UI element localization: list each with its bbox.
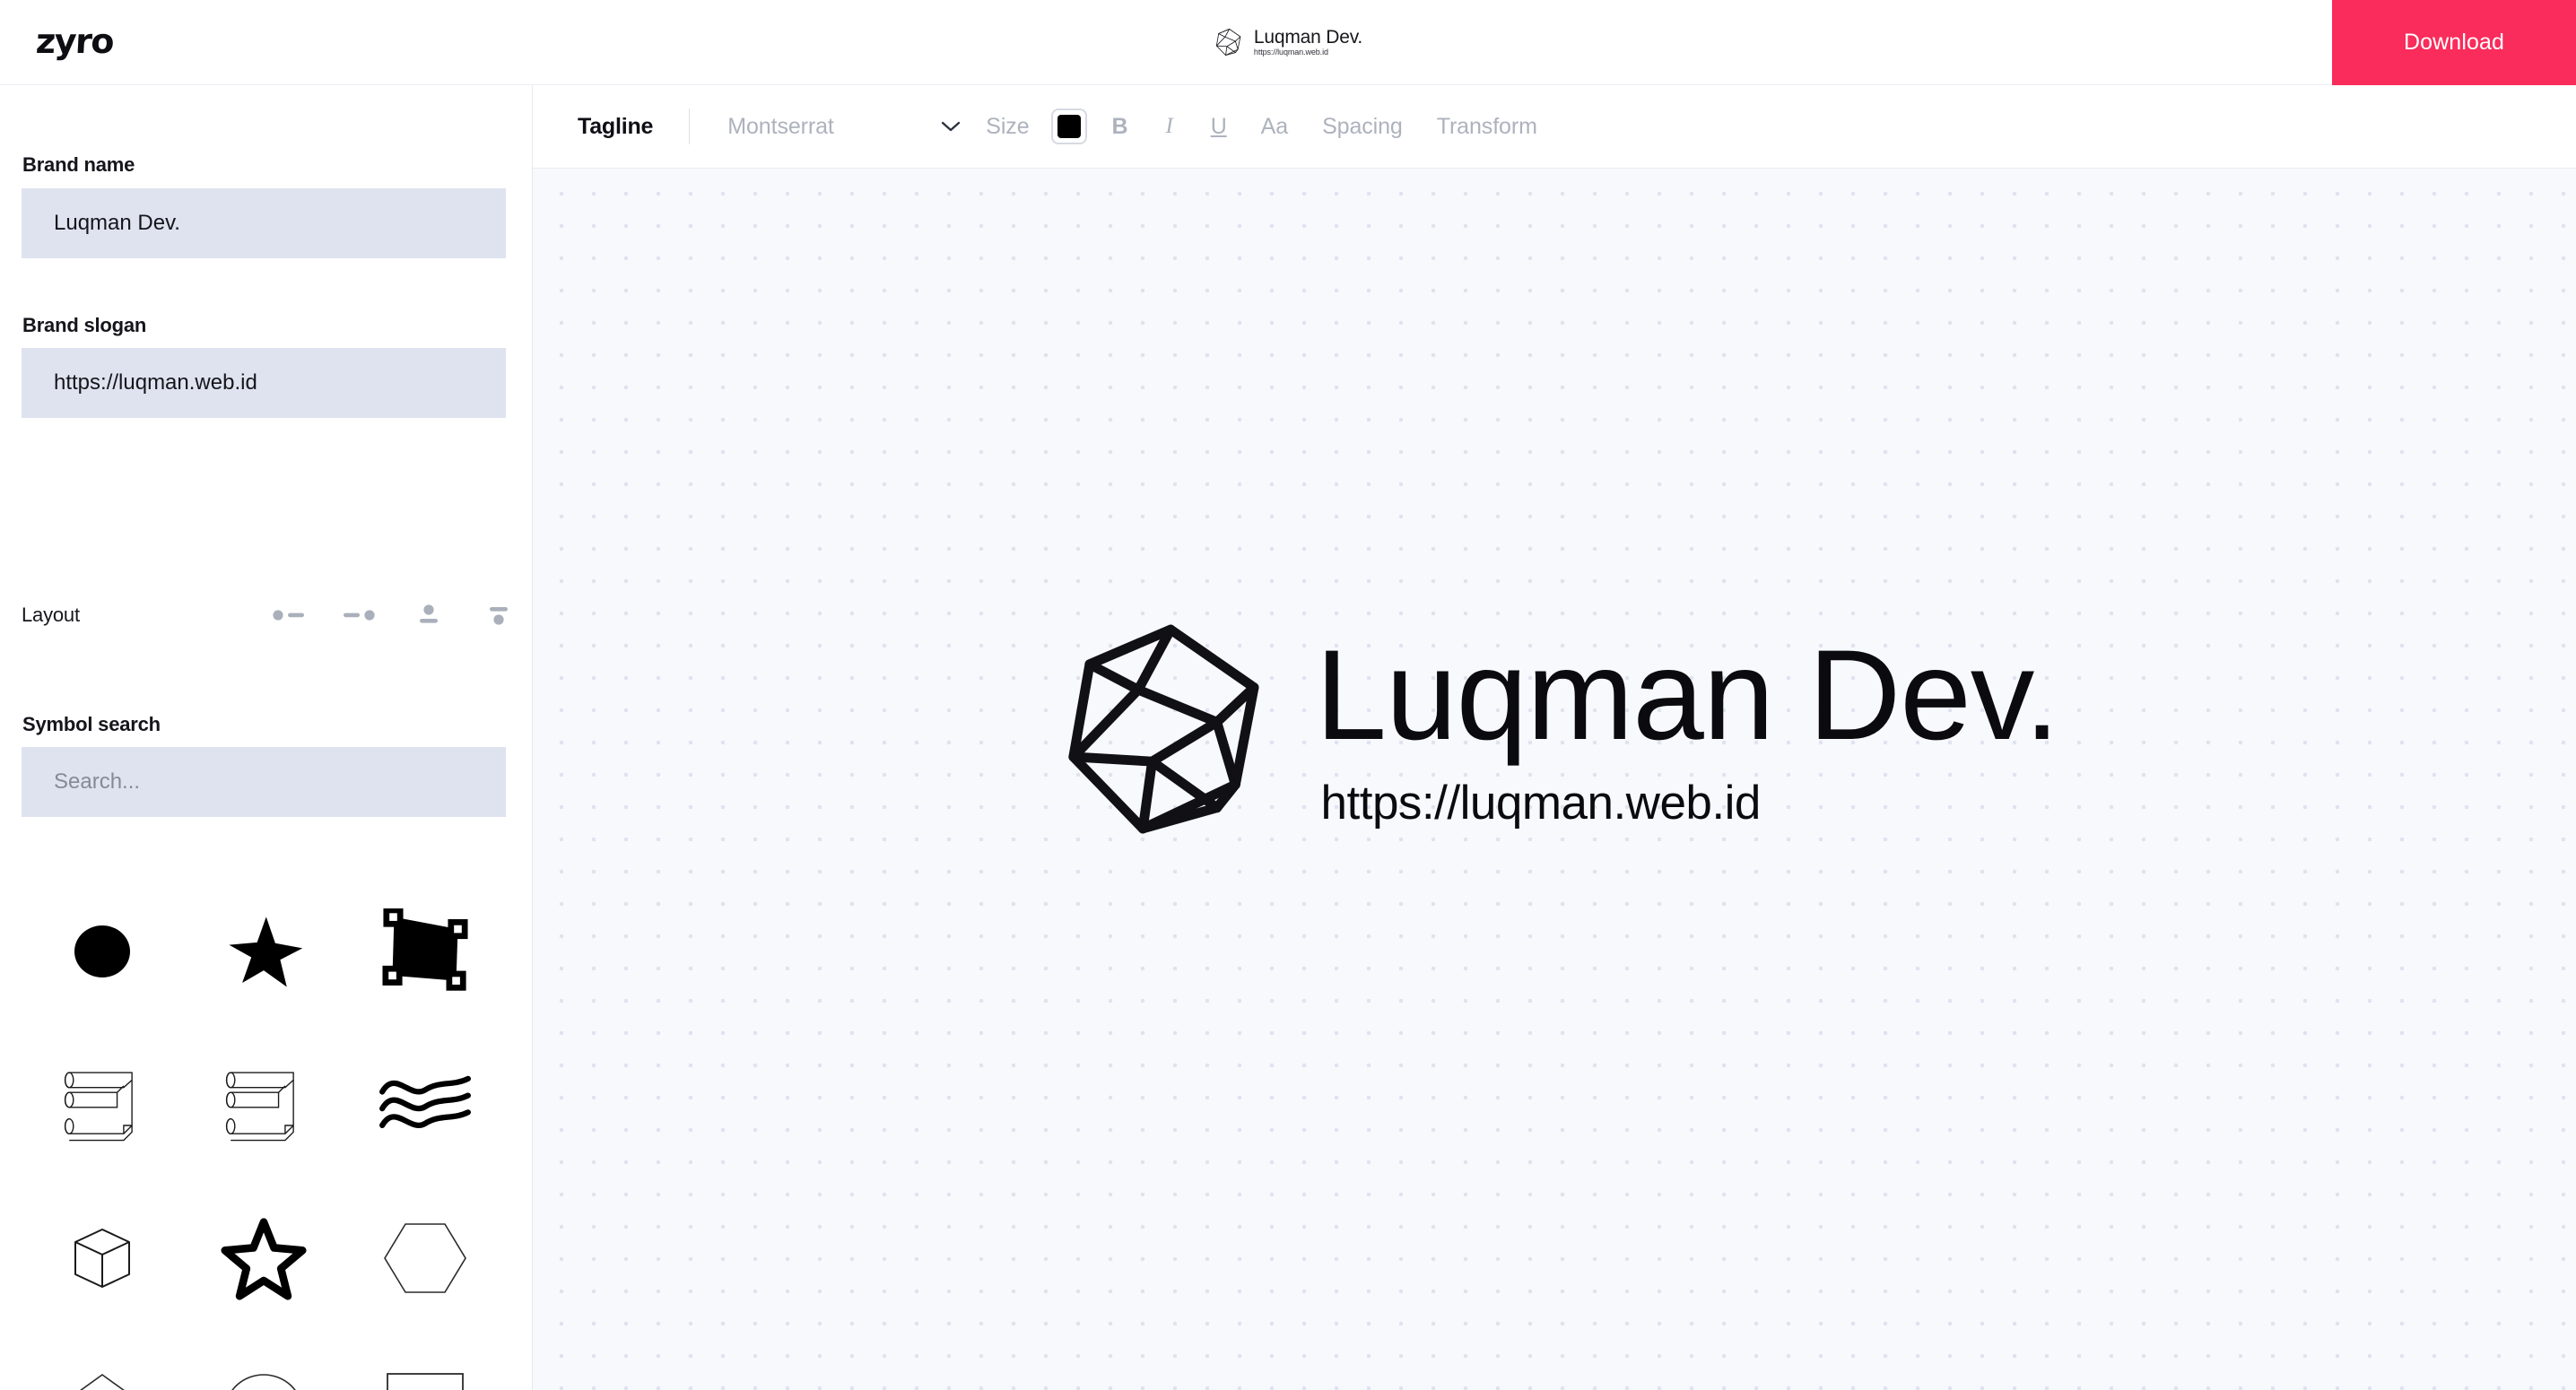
brand-slogan-label: Brand slogan	[22, 314, 147, 336]
brand-name-label: Brand name	[22, 153, 135, 176]
tube-stack-icon	[64, 1071, 133, 1141]
layout-row: Layout	[22, 604, 508, 627]
cube-outline-icon	[74, 1228, 130, 1288]
logo-tagline[interactable]: https://luqman.web.id	[1321, 779, 2059, 827]
hexagon-outline-icon	[384, 1222, 466, 1293]
symbol-waves[interactable]	[344, 1028, 506, 1181]
header-logo-preview: Luqman Dev. https://luqman.web.id	[1214, 27, 1362, 57]
toolbar-divider	[689, 109, 691, 144]
header-preview-slogan: https://luqman.web.id	[1253, 47, 1328, 56]
logo-brand-name[interactable]: Luqman Dev.	[1316, 631, 2060, 760]
dot-above-line-icon	[420, 604, 438, 623]
logo-composition[interactable]: Luqman Dev. https://luqman.web.id	[533, 169, 2576, 1290]
symbol-tube-stack-a[interactable]	[22, 1028, 183, 1181]
brand-slogan-input[interactable]	[22, 348, 506, 418]
filled-star-icon	[229, 916, 303, 987]
pentagon-outline-icon	[79, 1373, 126, 1390]
line-above-dot-icon	[490, 607, 508, 625]
square-outline-icon	[387, 1372, 464, 1390]
header-preview-text: Luqman Dev. https://luqman.web.id	[1253, 26, 1363, 56]
layout-icon-left[interactable]	[269, 602, 309, 629]
symbol-search-label: Symbol search	[22, 713, 161, 735]
symbol-search-input[interactable]	[22, 747, 506, 817]
layout-icon-top[interactable]	[409, 602, 448, 629]
toolbar-section-label: Tagline	[578, 113, 654, 139]
logo-canvas[interactable]: Luqman Dev. https://luqman.web.id	[533, 169, 2576, 1390]
symbol-hexagon[interactable]	[344, 1181, 506, 1334]
top-bar: zyro Luqman Dev. https://luqman.web.id D…	[0, 0, 2576, 85]
symbol-tube-stack-b[interactable]	[183, 1028, 344, 1181]
symbol-cube[interactable]	[22, 1181, 183, 1334]
filled-circle-icon	[74, 925, 130, 977]
color-swatch	[1057, 115, 1081, 138]
triple-wave-icon	[379, 1075, 471, 1128]
symbol-square[interactable]	[344, 1334, 506, 1390]
header-preview-name: Luqman Dev.	[1253, 26, 1363, 48]
symbol-circle[interactable]	[183, 1334, 344, 1390]
line-left-dot-right-icon	[344, 610, 375, 621]
font-size-button[interactable]: Size	[986, 114, 1029, 140]
sidebar: Brand name Brand slogan Layout	[0, 85, 533, 1390]
symbol-filled-star[interactable]	[183, 874, 344, 1028]
tube-stack-icon	[225, 1071, 294, 1141]
brand-name-input[interactable]	[22, 188, 506, 258]
layout-options	[269, 602, 518, 629]
symbol-quad-handles[interactable]	[344, 874, 506, 1028]
layout-label: Layout	[22, 604, 80, 626]
underline-button[interactable]: U	[1211, 114, 1227, 140]
logo-text-block[interactable]: Luqman Dev. https://luqman.web.id	[1316, 631, 2060, 827]
italic-button[interactable]: I	[1165, 114, 1172, 139]
outline-star-icon	[221, 1217, 307, 1300]
bold-button[interactable]: B	[1112, 114, 1128, 140]
polyhedron-icon	[1215, 28, 1241, 56]
transform-button[interactable]: Transform	[1437, 114, 1537, 140]
symbol-pentagon[interactable]	[22, 1334, 183, 1390]
spacing-button[interactable]: Spacing	[1322, 114, 1403, 140]
dot-left-line-right-icon	[273, 610, 304, 621]
zyro-logo[interactable]: zyro	[35, 22, 114, 61]
polyhedron-icon[interactable]	[1050, 613, 1282, 845]
circle-outline-icon	[231, 1373, 297, 1390]
font-family-select[interactable]: Montserrat	[727, 114, 962, 140]
layout-icon-right[interactable]	[339, 602, 379, 629]
download-button[interactable]: Download	[2332, 0, 2576, 85]
chevron-down-icon	[942, 121, 961, 132]
filled-quad-with-handles-icon	[382, 908, 468, 991]
layout-icon-bottom[interactable]	[479, 602, 518, 629]
font-family-value: Montserrat	[727, 113, 834, 139]
symbol-filled-circle[interactable]	[22, 874, 183, 1028]
symbol-grid	[22, 874, 506, 1390]
letter-case-button[interactable]: Aa	[1261, 114, 1288, 140]
text-toolbar: Tagline Montserrat Size B I U Aa Spacing…	[533, 85, 2576, 169]
text-color-button[interactable]	[1050, 109, 1087, 144]
symbol-outline-star[interactable]	[183, 1181, 344, 1334]
